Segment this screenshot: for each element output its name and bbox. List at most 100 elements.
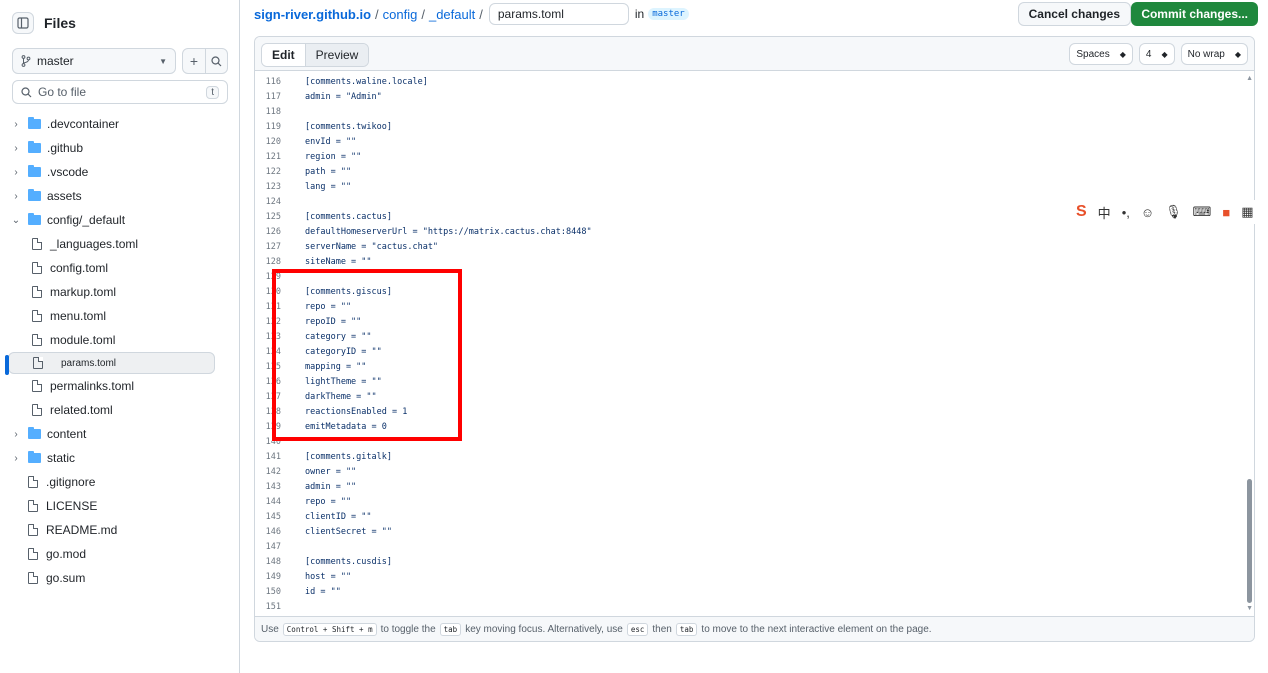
go-to-file-input[interactable]: Go to file t [12, 80, 228, 104]
tree-file[interactable]: .gitignore [8, 470, 215, 494]
code-line[interactable]: 147 [255, 539, 1254, 554]
tree-file[interactable]: menu.toml [8, 304, 215, 328]
tree-file[interactable]: permalinks.toml [8, 374, 215, 398]
chevron-right-icon[interactable]: › [8, 191, 24, 202]
chevron-right-icon[interactable]: › [8, 453, 24, 464]
apps-grid-icon[interactable]: ▦ [1241, 204, 1253, 220]
tree-item-label: _languages.toml [50, 237, 139, 251]
chevron-right-icon[interactable]: › [8, 429, 24, 440]
search-button[interactable] [205, 49, 227, 73]
line-number: 151 [265, 601, 281, 612]
tree-file[interactable]: config.toml [8, 256, 215, 280]
ime-chinese-mode[interactable]: 中 [1098, 203, 1111, 222]
branch-selector[interactable]: master ▼ [12, 48, 176, 74]
tab-preview[interactable]: Preview [305, 44, 369, 66]
add-file-button[interactable]: + [183, 49, 205, 73]
breadcrumb-default[interactable]: _default [429, 7, 475, 22]
key-shift-label: Shift [331, 624, 355, 634]
code-line[interactable]: 142 owner = "" [255, 464, 1254, 479]
code-line[interactable]: 119 [comments.twikoo] [255, 119, 1254, 134]
folder-icon [28, 141, 41, 153]
code-line[interactable]: 146 clientSecret = "" [255, 524, 1254, 539]
annotation-highlight-box [272, 269, 462, 441]
tree-file[interactable]: go.mod [8, 542, 215, 566]
ime-logo-icon[interactable]: S [1076, 203, 1087, 221]
code-line[interactable]: 122 path = "" [255, 164, 1254, 179]
code-line[interactable]: 148 [comments.cusdis] [255, 554, 1254, 569]
microphone-icon[interactable]: 🎙︎ [1165, 204, 1182, 220]
tree-file[interactable]: LICENSE [8, 494, 215, 518]
tree-item-label: related.toml [50, 403, 113, 417]
tree-item-label: .vscode [47, 165, 89, 179]
code-line[interactable]: 118 [255, 104, 1254, 119]
commit-changes-button[interactable]: Commit changes... [1131, 2, 1258, 26]
file-icon [28, 476, 38, 488]
filename-input[interactable]: params.toml [488, 3, 629, 25]
skin-icon[interactable]: ■ [1222, 205, 1230, 220]
code-line[interactable]: 117 admin = "Admin" [255, 89, 1254, 104]
tree-file[interactable]: related.toml [8, 398, 215, 422]
vertical-scrollbar[interactable] [1247, 479, 1252, 603]
tree-folder[interactable]: ⌄ config/_default [8, 208, 215, 232]
file-icon [32, 380, 42, 392]
file-icon [28, 572, 38, 584]
line-content: repo = "" [305, 496, 352, 507]
tree-folder[interactable]: › content [8, 422, 215, 446]
tree-folder[interactable]: › .vscode [8, 160, 215, 184]
chevron-updown-icon: ◆ [1161, 49, 1168, 59]
breadcrumb-repo[interactable]: sign-river.github.io [254, 7, 371, 22]
breadcrumb-config[interactable]: config [383, 7, 418, 22]
tree-item-label: go.sum [46, 571, 86, 585]
keyboard-icon[interactable]: ⌨︎ [1193, 204, 1212, 220]
code-line[interactable]: 123 lang = "" [255, 179, 1254, 194]
chevron-right-icon[interactable]: › [8, 167, 24, 178]
code-line[interactable]: 128 siteName = "" [255, 254, 1254, 269]
emoji-icon[interactable]: ☺ [1141, 205, 1154, 220]
code-line[interactable]: 151 [255, 599, 1254, 614]
folder-icon [28, 427, 41, 439]
tree-file[interactable]: _languages.toml [8, 232, 215, 256]
tree-file[interactable]: README.md [8, 518, 215, 542]
line-content: region = "" [305, 151, 362, 162]
tree-file[interactable]: params.toml [5, 352, 215, 375]
line-number: 121 [265, 151, 281, 162]
scroll-down-icon[interactable]: ▼ [1246, 605, 1253, 612]
chevron-right-icon[interactable]: › [8, 143, 24, 154]
editor-options: Spaces ◆ 4 ◆ No wrap ◆ [1069, 43, 1248, 65]
code-line[interactable]: 141 [comments.gitalk] [255, 449, 1254, 464]
code-line[interactable]: 150 id = "" [255, 584, 1254, 599]
wrap-mode-select[interactable]: No wrap ◆ [1180, 43, 1248, 65]
tree-file[interactable]: markup.toml [8, 280, 215, 304]
cancel-changes-button[interactable]: Cancel changes [1017, 2, 1131, 26]
code-line[interactable]: 145 clientID = "" [255, 509, 1254, 524]
key-tab: tab [675, 622, 698, 636]
collapse-sidebar-button[interactable] [12, 12, 34, 34]
line-content: path = "" [305, 166, 352, 177]
chevron-down-icon[interactable]: ⌄ [8, 215, 24, 226]
scroll-up-icon[interactable]: ▲ [1246, 75, 1253, 82]
key-control-label: Control [286, 624, 319, 634]
code-line[interactable]: 127 serverName = "cactus.chat" [255, 239, 1254, 254]
punctuation-icon[interactable]: •, [1122, 205, 1130, 220]
hint-text: Use [261, 623, 279, 635]
code-line[interactable]: 120 envId = "" [255, 134, 1254, 149]
code-line[interactable]: 144 repo = "" [255, 494, 1254, 509]
line-content: [comments.gitalk] [305, 451, 392, 462]
code-line[interactable]: 149 host = "" [255, 569, 1254, 584]
tree-file[interactable]: module.toml [8, 328, 215, 352]
code-line[interactable]: 143 admin = "" [255, 479, 1254, 494]
tree-file[interactable]: go.sum [8, 566, 215, 590]
code-line[interactable]: 126 defaultHomeserverUrl = "https://matri… [255, 224, 1254, 239]
tree-folder[interactable]: › .devcontainer [8, 112, 215, 136]
chevron-right-icon[interactable]: › [8, 119, 24, 130]
tree-folder[interactable]: › assets [8, 184, 215, 208]
indent-mode-select[interactable]: Spaces ◆ [1069, 43, 1133, 65]
tree-folder[interactable]: › .github [8, 136, 215, 160]
code-line[interactable]: 116 [comments.waline.locale] [255, 74, 1254, 89]
tree-folder[interactable]: › static [8, 446, 215, 470]
file-icon [28, 548, 38, 560]
indent-size-select[interactable]: 4 ◆ [1138, 43, 1175, 65]
code-line[interactable]: 121 region = "" [255, 149, 1254, 164]
branch-name: master [37, 54, 74, 68]
tab-edit[interactable]: Edit [262, 44, 306, 66]
